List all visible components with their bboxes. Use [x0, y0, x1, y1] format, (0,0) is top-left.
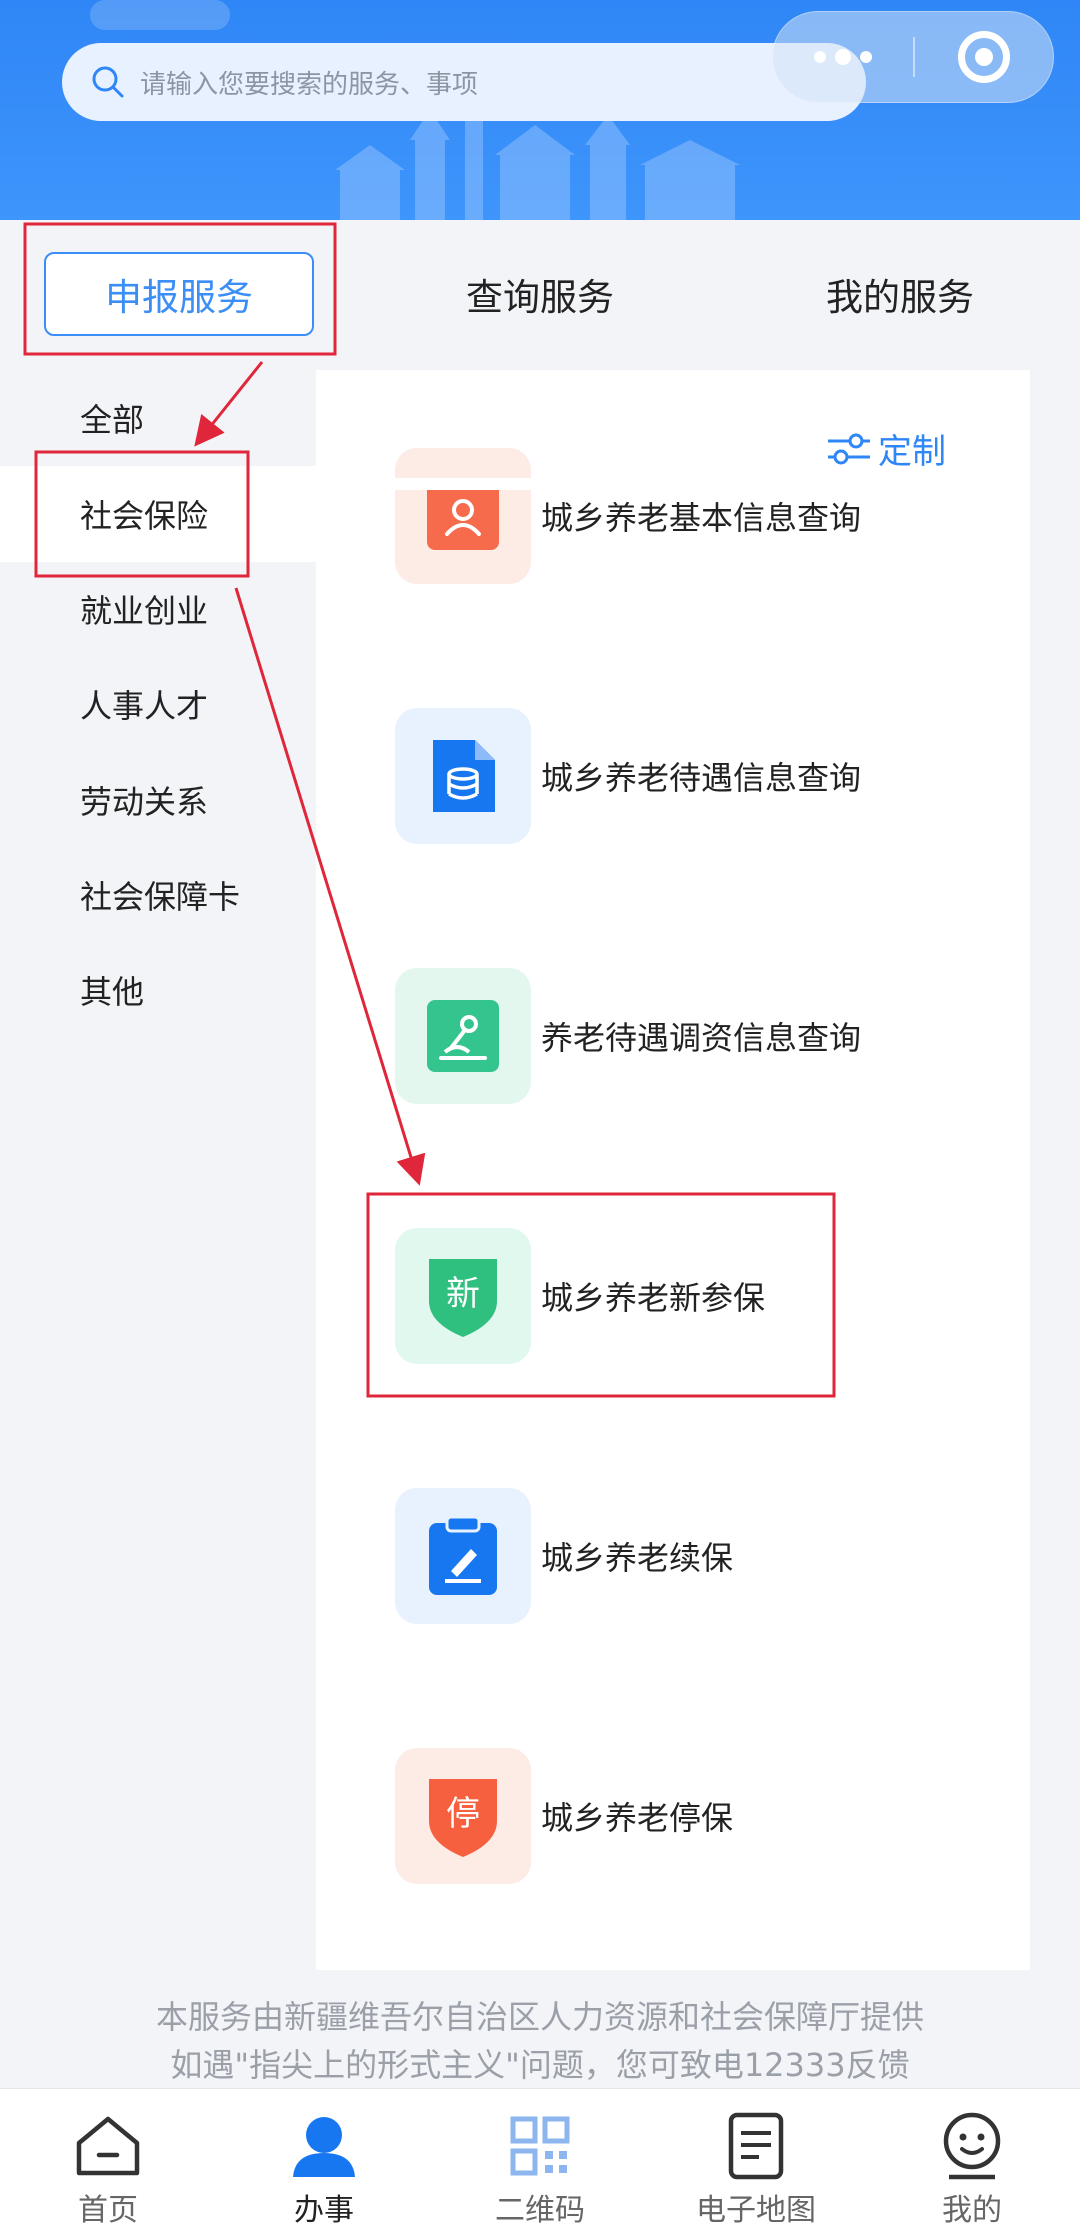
service-tile	[395, 708, 531, 844]
service-item[interactable]: 养老待遇调资信息查询	[395, 968, 955, 1104]
close-miniprogram-button[interactable]	[915, 31, 1053, 83]
search-bar[interactable]: 请输入您要搜索的服务、事项	[62, 43, 866, 121]
adjust-icon	[427, 1000, 499, 1072]
service-item[interactable]: 停 城乡养老停保	[395, 1748, 955, 1884]
nav-home[interactable]: 首页	[0, 2089, 216, 2236]
feedback-note: 如遇"指尖上的形式主义"问题，您可致电12333反馈	[170, 2046, 910, 2084]
category-ss-card[interactable]: 社会保障卡	[0, 847, 316, 943]
category-all[interactable]: 全部	[0, 370, 316, 466]
service-label: 城乡养老待遇信息查询	[541, 759, 862, 797]
category-personnel[interactable]: 人事人才	[0, 656, 316, 752]
nav-map[interactable]: 电子地图	[648, 2089, 864, 2236]
service-item[interactable]: 城乡养老续保	[395, 1488, 955, 1624]
service-item[interactable]: 城乡养老基本信息查询	[395, 448, 955, 584]
more-dot-icon	[860, 51, 872, 63]
cloud-decoration	[90, 0, 230, 30]
more-dot-icon	[814, 51, 826, 63]
search-placeholder: 请输入您要搜索的服务、事项	[140, 69, 479, 100]
service-label: 养老待遇调资信息查询	[541, 1019, 862, 1057]
home-icon	[76, 2116, 140, 2176]
bottom-nav: 首页 办事 二维码 电子地图 我的	[0, 2088, 1080, 2236]
nav-services[interactable]: 办事	[216, 2089, 432, 2236]
target-icon	[958, 31, 1010, 83]
more-button[interactable]	[773, 12, 913, 102]
qrcode-icon	[510, 2116, 570, 2176]
shield-icon: 停	[429, 1779, 497, 1857]
service-tile: 新	[395, 1228, 531, 1364]
user-icon	[293, 2117, 355, 2177]
service-tile	[395, 1488, 531, 1624]
svg-text:停: 停	[446, 1794, 480, 1834]
smile-icon	[943, 2112, 1001, 2180]
shield-icon: 新	[429, 1259, 497, 1337]
category-social-insurance[interactable]: 社会保险	[0, 466, 316, 562]
service-label: 城乡养老续保	[541, 1539, 734, 1577]
nav-services-label: 办事	[294, 2193, 354, 2228]
nav-mine[interactable]: 我的	[864, 2089, 1080, 2236]
nav-home-label: 首页	[78, 2193, 138, 2228]
service-tile	[395, 448, 531, 584]
service-tile	[395, 968, 531, 1104]
nav-qrcode[interactable]: 二维码	[432, 2089, 648, 2236]
nav-qrcode-label: 二维码	[495, 2193, 585, 2228]
document-coins-icon	[433, 740, 495, 812]
service-label: 城乡养老停保	[541, 1799, 734, 1837]
category-other[interactable]: 其他	[0, 942, 316, 1038]
miniprogram-capsule	[772, 11, 1054, 103]
category-labor-relations[interactable]: 劳动关系	[0, 752, 316, 848]
service-item[interactable]: 城乡养老待遇信息查询	[395, 708, 955, 844]
service-tile: 停	[395, 1748, 531, 1884]
svg-text:新: 新	[446, 1274, 480, 1314]
service-label: 城乡养老新参保	[541, 1279, 766, 1317]
map-doc-icon	[728, 2112, 784, 2180]
scroll-clip	[316, 478, 1030, 490]
clipboard-edit-icon	[429, 1515, 497, 1595]
service-label: 城乡养老基本信息查询	[541, 499, 862, 537]
nav-map-label: 电子地图	[696, 2193, 816, 2228]
tab-apply-service[interactable]: 申报服务	[44, 252, 314, 336]
service-item[interactable]: 新 城乡养老新参保	[395, 1228, 955, 1364]
service-panel	[316, 370, 1030, 1970]
nav-mine-label: 我的	[942, 2193, 1002, 2228]
more-dot-icon	[835, 49, 851, 65]
provider-note: 本服务由新疆维吾尔自治区人力资源和社会保障厅提供	[155, 1998, 924, 2036]
tab-my-service[interactable]: 我的服务	[780, 252, 1020, 336]
search-icon	[92, 66, 124, 98]
category-employment[interactable]: 就业创业	[0, 561, 316, 657]
tab-query-service[interactable]: 查询服务	[420, 252, 660, 336]
